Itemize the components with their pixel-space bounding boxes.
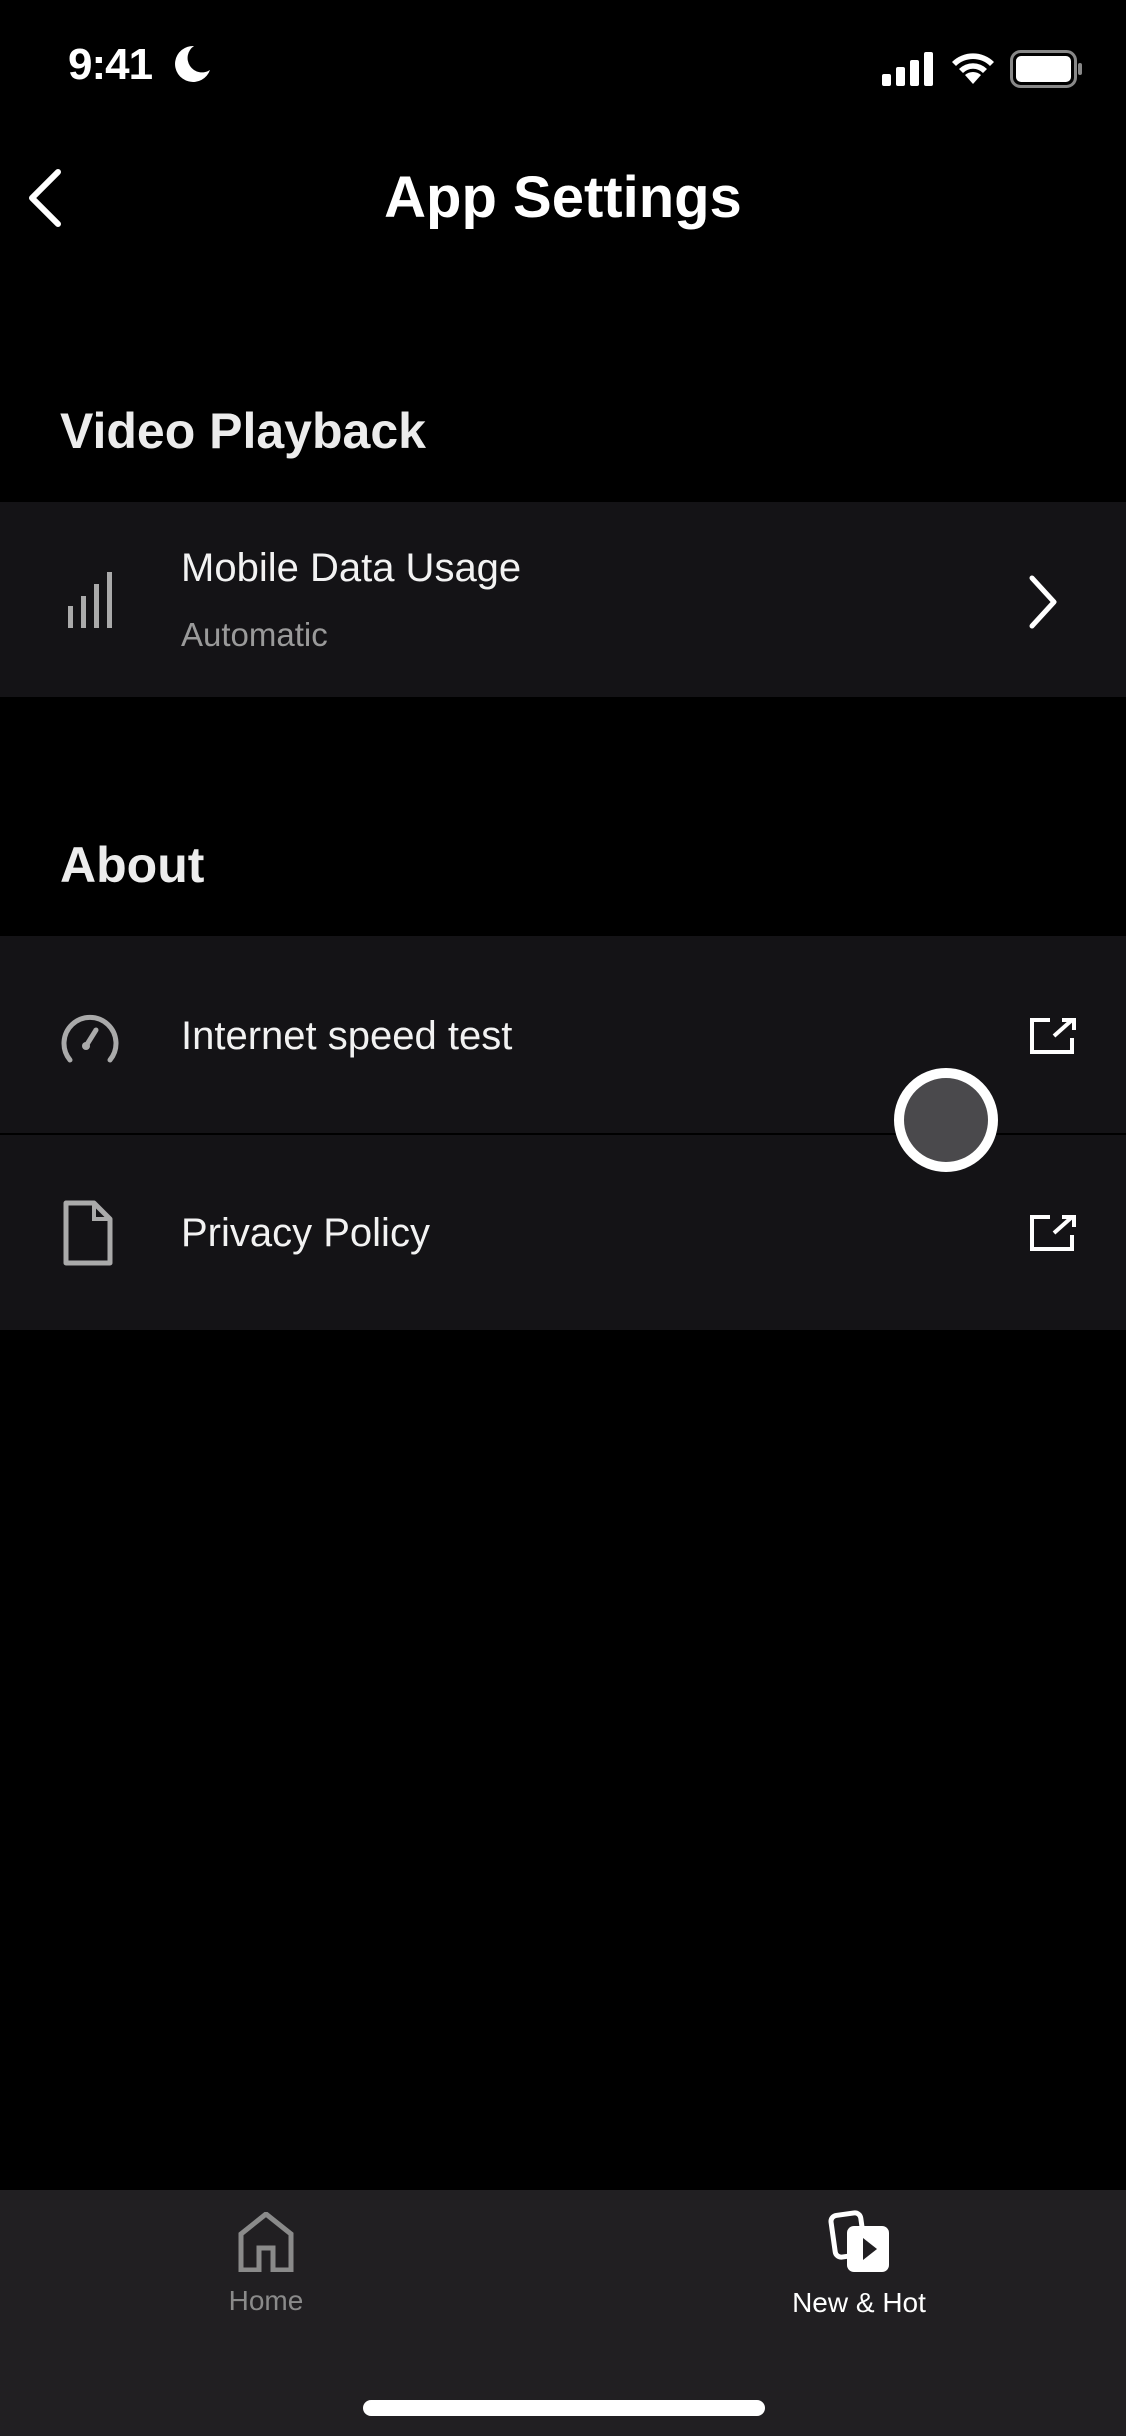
section-title-video-playback: Video Playback	[60, 403, 426, 459]
home-indicator[interactable]	[363, 2400, 765, 2416]
external-link-icon	[1030, 1215, 1076, 1251]
mobile-data-usage-value: Automatic	[181, 616, 328, 653]
tab-new-hot[interactable]: New & Hot	[739, 2210, 979, 2319]
mobile-data-usage-row[interactable]: Mobile Data Usage Automatic	[0, 502, 1126, 697]
tab-home-label: Home	[228, 2285, 304, 2316]
home-icon	[238, 2210, 294, 2273]
touch-indicator	[894, 1068, 998, 1172]
privacy-policy-label: Privacy Policy	[181, 1211, 430, 1255]
external-link-icon	[1030, 1018, 1076, 1054]
battery-icon	[1010, 50, 1082, 88]
new-hot-icon	[828, 2210, 889, 2272]
document-icon	[63, 1200, 113, 1266]
speedometer-icon	[61, 1014, 119, 1063]
status-time: 9:41	[68, 40, 153, 89]
tab-new-hot-label: New & Hot	[792, 2287, 926, 2318]
wifi-icon	[952, 53, 994, 84]
moon-icon	[175, 45, 210, 82]
internet-speed-test-label: Internet speed test	[181, 1014, 513, 1058]
page-title: App Settings	[384, 165, 742, 230]
signal-icon	[882, 52, 933, 86]
tab-home[interactable]: Home	[146, 2210, 386, 2317]
chevron-right-icon	[1029, 575, 1057, 629]
signal-bars-icon	[68, 572, 112, 628]
mobile-data-usage-label: Mobile Data Usage	[181, 546, 522, 590]
section-title-about: About	[60, 837, 205, 893]
